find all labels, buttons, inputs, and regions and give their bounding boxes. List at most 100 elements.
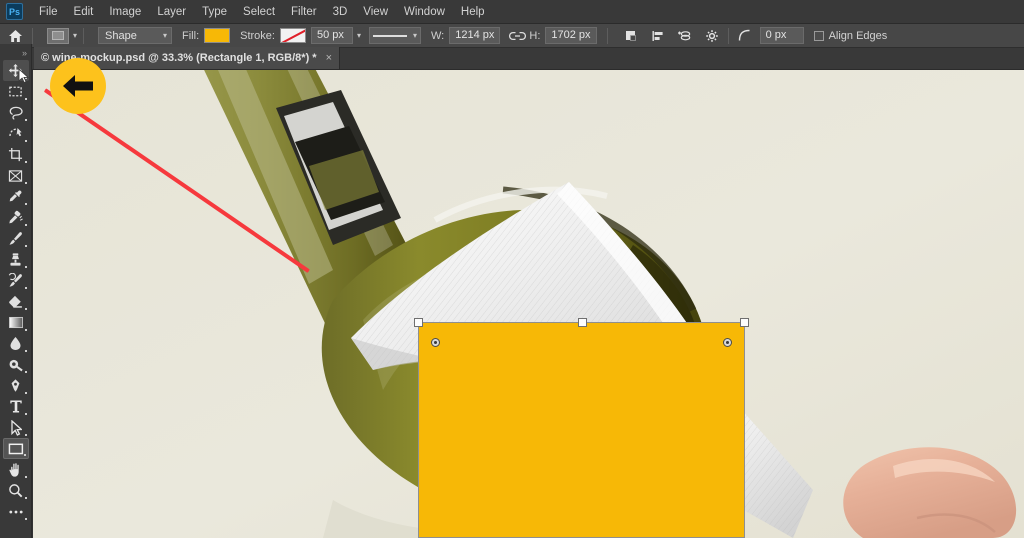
eyedropper-tool[interactable]	[3, 186, 29, 207]
menu-item-select[interactable]: Select	[235, 2, 283, 22]
fill-color-swatch[interactable]	[204, 28, 231, 43]
path-alignment-icon[interactable]	[648, 26, 668, 46]
stroke-style-select[interactable]: ▾	[369, 27, 421, 44]
corner-radius-field[interactable]: 0 px	[759, 27, 804, 44]
path-selection-tool[interactable]	[3, 417, 29, 438]
corner-radius-widget-right[interactable]	[723, 338, 732, 347]
rectangle-tool[interactable]	[2, 438, 29, 459]
collapse-toolbar-icon[interactable]: »	[0, 46, 31, 60]
hand-tool[interactable]	[3, 459, 29, 480]
menu-item-edit[interactable]: Edit	[66, 2, 102, 22]
gear-icon[interactable]	[702, 26, 722, 46]
tool-flyout-dot	[24, 287, 27, 289]
rectangle-tool-preset-icon	[52, 31, 64, 40]
options-bar: ▾ Shape ▾ Fill: Stroke: 50 px ▾ ▾ W: 121…	[0, 24, 1024, 48]
width-field[interactable]: 1214 px	[449, 27, 501, 44]
type-tool[interactable]	[3, 396, 29, 417]
shape-mode-value: Shape	[105, 29, 137, 42]
tool-flyout-dot	[24, 203, 27, 205]
menu-item-layer[interactable]: Layer	[149, 2, 194, 22]
corner-radius-widget-left[interactable]	[431, 338, 440, 347]
height-field[interactable]: 1702 px	[545, 27, 597, 44]
stroke-color-swatch[interactable]	[279, 28, 306, 43]
menu-item-image[interactable]: Image	[101, 2, 149, 22]
blur-tool[interactable]	[3, 333, 29, 354]
stroke-width-field[interactable]: 50 px	[310, 27, 353, 44]
annotation-badge	[50, 58, 106, 114]
menu-item-file[interactable]: File	[31, 2, 66, 22]
tool-flyout-dot	[24, 224, 27, 226]
pen-tool[interactable]	[3, 375, 29, 396]
transform-handle-top-left[interactable]	[414, 318, 423, 327]
menu-item-view[interactable]: View	[355, 2, 396, 22]
stroke-width-chevron-down-icon[interactable]: ▾	[357, 31, 361, 40]
menu-bar: Ps File Edit Image Layer Type Select Fil…	[0, 0, 1024, 24]
zoom-tool[interactable]	[3, 480, 29, 501]
frame-tool[interactable]	[3, 165, 29, 186]
path-operations-icon[interactable]	[621, 26, 641, 46]
transform-handle-top-center[interactable]	[578, 318, 587, 327]
document-tab-bar: © wine-mockup.psd @ 33.3% (Rectangle 1, …	[0, 47, 1024, 70]
align-edges-label: Align Edges	[828, 29, 888, 42]
height-label: H:	[529, 29, 541, 42]
tool-flyout-dot	[24, 476, 27, 478]
menu-item-type[interactable]: Type	[194, 2, 235, 22]
tool-flyout-dot	[24, 350, 27, 352]
options-separator-4	[727, 27, 729, 44]
transform-handle-top-right[interactable]	[740, 318, 749, 327]
shape-mode-select[interactable]: Shape ▾	[98, 27, 173, 44]
spot-healing-brush-tool[interactable]	[3, 207, 29, 228]
options-separator-2	[83, 27, 85, 44]
tool-flyout-dot	[24, 434, 27, 436]
photoshop-logo: Ps	[6, 3, 23, 20]
stroke-style-chevron-down-icon: ▾	[412, 31, 417, 40]
dodge-tool[interactable]	[3, 354, 29, 375]
tool-flyout-dot	[24, 266, 27, 268]
align-edges-checkbox[interactable]	[813, 30, 824, 41]
link-dimensions-icon[interactable]	[507, 26, 527, 46]
close-icon[interactable]: ×	[326, 52, 332, 64]
gradient-tool[interactable]	[3, 312, 29, 333]
shape-rectangle-1[interactable]	[414, 318, 749, 538]
tool-flyout-dot	[23, 454, 26, 456]
fill-label: Fill:	[182, 29, 200, 42]
tool-preset-chevron-down-icon[interactable]: ▾	[73, 31, 77, 40]
edit-toolbar-tool[interactable]	[3, 501, 29, 522]
corner-radius-icon	[735, 26, 755, 46]
menu-item-window[interactable]: Window	[396, 2, 453, 22]
rectangular-marquee-tool[interactable]	[3, 81, 29, 102]
options-separator-3	[606, 27, 608, 44]
tool-flyout-dot	[24, 182, 27, 184]
tool-flyout-dot	[24, 392, 27, 394]
line-style-icon	[373, 34, 407, 37]
tool-flyout-dot	[24, 308, 27, 310]
options-separator-1	[32, 27, 33, 44]
menu-item-3d[interactable]: 3D	[325, 2, 356, 22]
object-selection-tool[interactable]	[3, 123, 29, 144]
width-label: W:	[431, 29, 445, 42]
tool-flyout-dot	[24, 371, 27, 373]
menu-item-help[interactable]: Help	[453, 2, 493, 22]
tool-preset-picker[interactable]	[47, 27, 69, 44]
tool-flyout-dot	[24, 497, 27, 499]
lasso-tool[interactable]	[3, 102, 29, 123]
tool-flyout-dot	[24, 161, 27, 163]
history-brush-tool[interactable]	[3, 270, 29, 291]
crop-tool[interactable]	[3, 144, 29, 165]
move-tool[interactable]	[2, 60, 29, 84]
clone-stamp-tool[interactable]	[3, 249, 29, 270]
eraser-tool[interactable]	[3, 291, 29, 312]
tool-flyout-dot	[24, 329, 27, 331]
tool-flyout-dot	[24, 98, 27, 100]
menu-item-filter[interactable]: Filter	[283, 2, 325, 22]
tools-panel: »	[0, 44, 32, 538]
path-arrangement-icon[interactable]	[675, 26, 695, 46]
tool-flyout-dot	[24, 518, 27, 520]
left-arrow-icon	[63, 75, 93, 97]
stroke-label: Stroke:	[240, 29, 275, 42]
tool-flyout-dot	[24, 413, 27, 415]
canvas-area[interactable]	[33, 70, 1024, 538]
tool-flyout-dot	[24, 119, 27, 121]
tool-flyout-dot	[24, 140, 27, 142]
brush-tool[interactable]	[3, 228, 29, 249]
